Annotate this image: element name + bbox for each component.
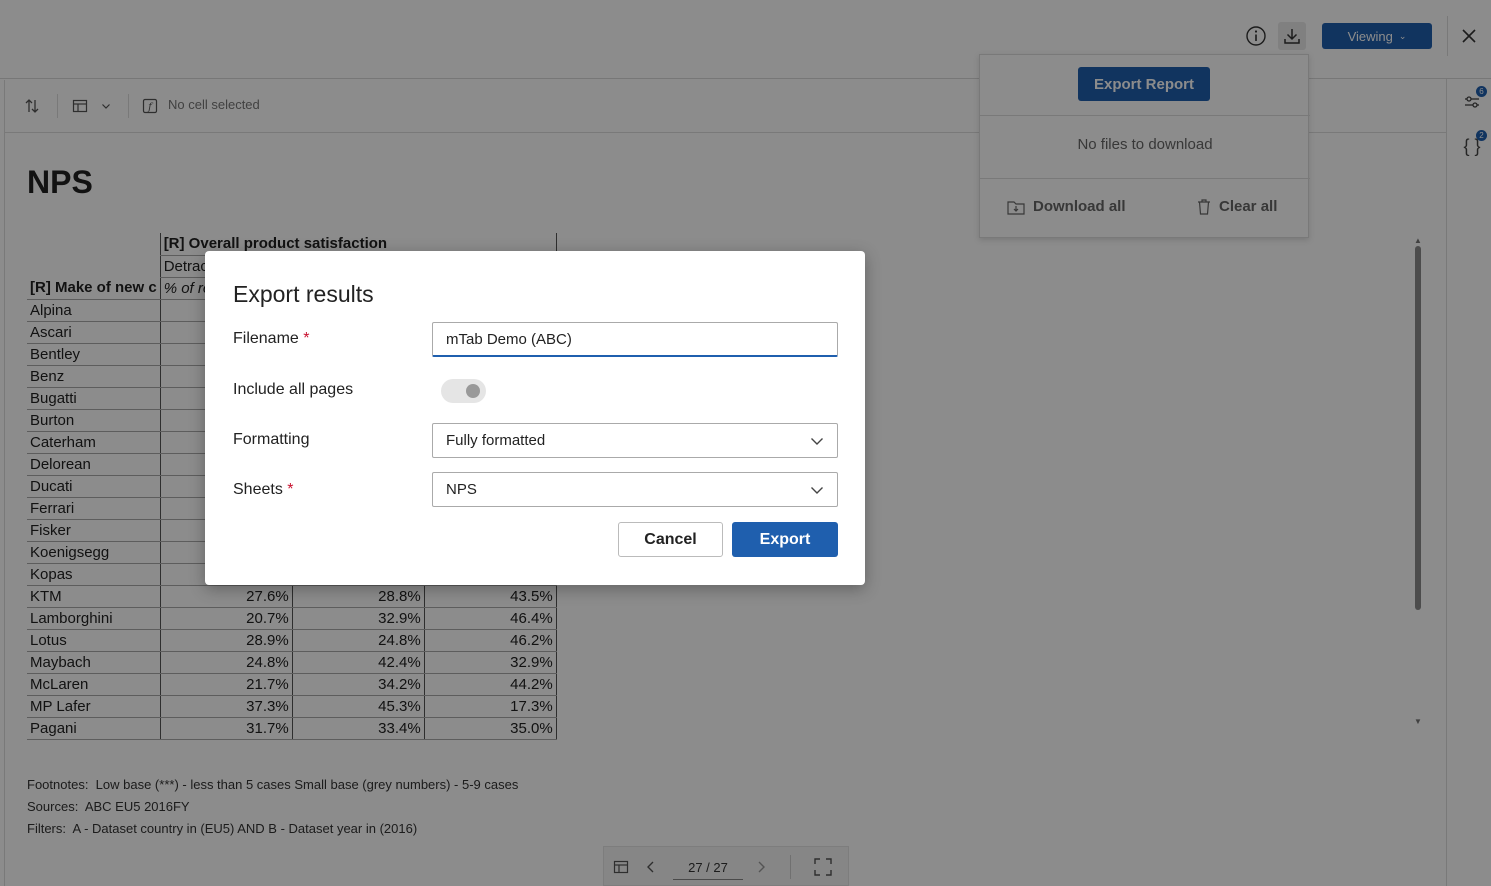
formatting-label: Formatting [233,431,310,448]
required-marker: * [287,481,294,498]
include-all-pages-toggle[interactable] [441,379,486,403]
formatting-value: Fully formatted [446,432,546,449]
cancel-button[interactable]: Cancel [618,522,723,557]
chevron-down-icon [811,437,823,445]
toggle-knob [466,384,480,398]
export-button[interactable]: Export [732,522,838,557]
formatting-select[interactable]: Fully formatted [432,423,838,458]
chevron-down-icon [811,486,823,494]
sheets-select[interactable]: NPS [432,472,838,507]
sheets-label: Sheets * [233,481,294,498]
dialog-title: Export results [233,281,374,307]
filename-input[interactable] [432,322,838,357]
include-all-pages-label: Include all pages [233,381,354,398]
export-results-dialog: Export results Filename * Include all pa… [205,251,865,585]
filename-label: Filename * [233,330,310,347]
required-marker: * [303,330,310,347]
sheets-value: NPS [446,481,477,498]
